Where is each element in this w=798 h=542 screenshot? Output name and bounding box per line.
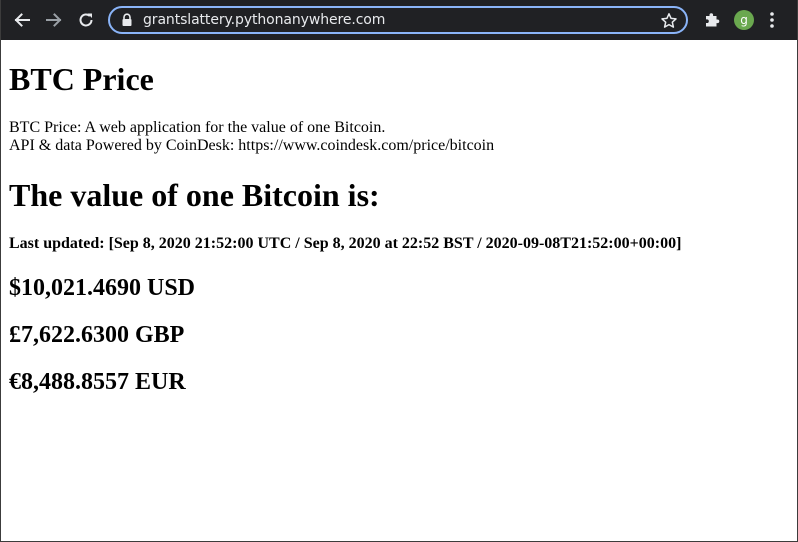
url-text[interactable]: grantslattery.pythonanywhere.com xyxy=(143,12,385,28)
forward-button[interactable] xyxy=(42,8,66,32)
app-description: BTC Price: A web application for the val… xyxy=(9,119,789,155)
last-updated-text: Last updated: [Sep 8, 2020 21:52:00 UTC … xyxy=(9,235,682,252)
arrow-left-icon xyxy=(14,13,30,27)
puzzle-icon[interactable] xyxy=(702,10,722,30)
address-bar[interactable]: grantslattery.pythonanywhere.com xyxy=(108,6,688,34)
avatar[interactable]: g xyxy=(734,10,754,30)
price-usd: $10,021.4690 USD xyxy=(9,275,196,301)
reload-icon xyxy=(79,13,93,27)
arrow-right-icon xyxy=(46,13,62,27)
reload-button[interactable] xyxy=(74,8,98,32)
value-heading: The value of one Bitcoin is: xyxy=(9,177,380,213)
back-button[interactable] xyxy=(10,8,34,32)
page-content: BTC Price BTC Price: A web application f… xyxy=(9,40,789,396)
price-eur: €8,488.8557 EUR xyxy=(9,369,186,395)
browser-toolbar: grantslattery.pythonanywhere.com g xyxy=(1,0,797,40)
browser-window: grantslattery.pythonanywhere.com g BTC P… xyxy=(0,0,798,542)
description-line-1: BTC Price: A web application for the val… xyxy=(9,119,386,136)
star-icon[interactable] xyxy=(660,12,678,30)
description-line-2: API & data Powered by CoinDesk: https://… xyxy=(9,137,495,154)
lock-icon[interactable] xyxy=(120,12,134,28)
page-title: BTC Price xyxy=(9,61,154,97)
price-gbp: £7,622.6300 GBP xyxy=(9,322,185,348)
kebab-menu-icon[interactable] xyxy=(764,10,780,30)
